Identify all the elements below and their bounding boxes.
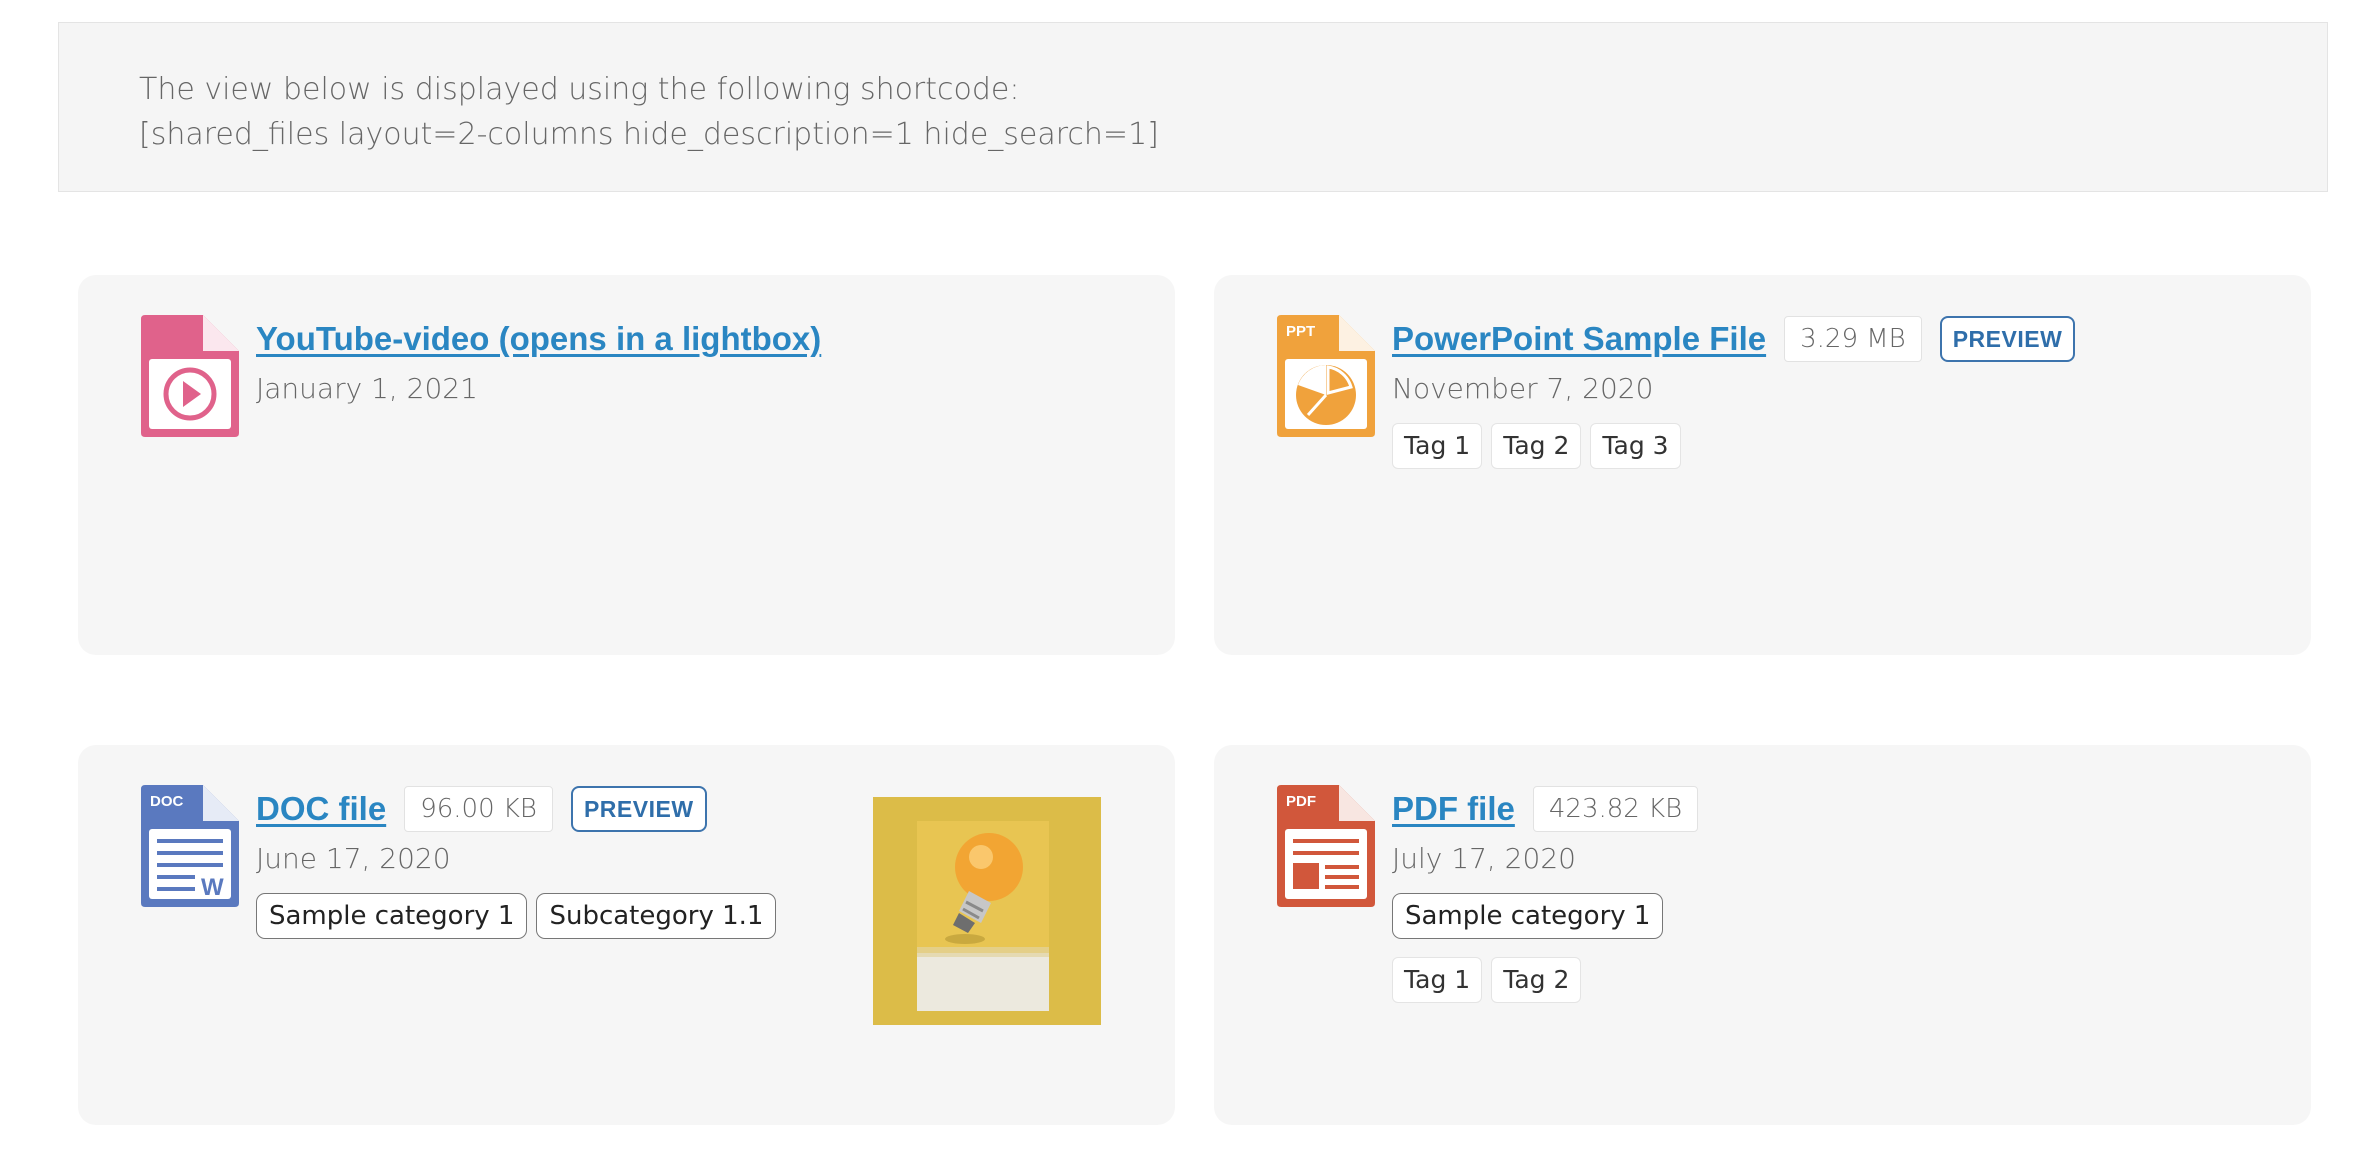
tag-list: Tag 1 Tag 2 Tag 3 <box>1392 423 2291 469</box>
svg-text:W: W <box>201 874 224 901</box>
file-details: PDF file 423.82 KB July 17, 2020 Sample … <box>1392 785 2291 1003</box>
category-list: Sample category 1 <box>1392 893 2291 939</box>
notice-line-2: [shared_files layout=2-columns hide_desc… <box>139 117 1159 152</box>
category-chip[interactable]: Sample category 1 <box>256 893 528 939</box>
tag-chip[interactable]: Tag 3 <box>1590 423 1681 469</box>
file-card-pdf: PDF PDF file 423.82 KB July 17, 2020 Sam… <box>1214 745 2311 1125</box>
file-date: July 17, 2020 <box>1392 842 1576 875</box>
tag-chip[interactable]: Tag 1 <box>1392 423 1483 469</box>
tag-chip[interactable]: Tag 1 <box>1392 957 1483 1003</box>
file-card-powerpoint: PPT PowerPoint Sample File 3.29 MB PREVI… <box>1214 275 2311 655</box>
tag-list: Tag 1 Tag 2 <box>1392 957 2291 1003</box>
shortcode-notice: The view below is displayed using the fo… <box>58 22 2328 192</box>
file-title-link[interactable]: DOC file <box>256 790 386 828</box>
lightbulb-thumbnail[interactable] <box>873 797 1101 1025</box>
file-size-badge: 3.29 MB <box>1784 316 1922 362</box>
category-chip[interactable]: Sample category 1 <box>1392 893 1664 939</box>
ppt-file-icon[interactable]: PPT <box>1277 315 1375 437</box>
preview-button[interactable]: PREVIEW <box>570 786 707 832</box>
file-card-doc: DOC W DOC file 96.00 KB PREVIEW June 17,… <box>78 745 1175 1125</box>
preview-button[interactable]: PREVIEW <box>1939 316 2076 362</box>
doc-icon-label: DOC <box>150 793 184 810</box>
file-date: November 7, 2020 <box>1392 372 1654 405</box>
pdf-file-icon[interactable]: PDF <box>1277 785 1375 907</box>
video-file-icon[interactable] <box>141 315 239 437</box>
file-size-badge: 423.82 KB <box>1532 786 1699 832</box>
file-title-link[interactable]: YouTube-video (opens in a lightbox) <box>256 320 821 358</box>
file-title-link[interactable]: PowerPoint Sample File <box>1392 320 1766 358</box>
pdf-icon-label: PDF <box>1286 793 1316 810</box>
doc-file-icon[interactable]: DOC W <box>141 785 239 907</box>
category-chip[interactable]: Subcategory 1.1 <box>536 893 777 939</box>
ppt-icon-label: PPT <box>1286 323 1315 340</box>
tag-chip[interactable]: Tag 2 <box>1491 423 1582 469</box>
file-size-badge: 96.00 KB <box>404 786 553 832</box>
notice-line-1: The view below is displayed using the fo… <box>139 72 1020 107</box>
file-details: YouTube-video (opens in a lightbox) Janu… <box>256 315 1155 409</box>
file-date: January 1, 2021 <box>256 372 478 405</box>
file-details: PowerPoint Sample File 3.29 MB PREVIEW N… <box>1392 315 2291 469</box>
tag-chip[interactable]: Tag 2 <box>1491 957 1582 1003</box>
file-title-link[interactable]: PDF file <box>1392 790 1515 828</box>
file-card-youtube: YouTube-video (opens in a lightbox) Janu… <box>78 275 1175 655</box>
